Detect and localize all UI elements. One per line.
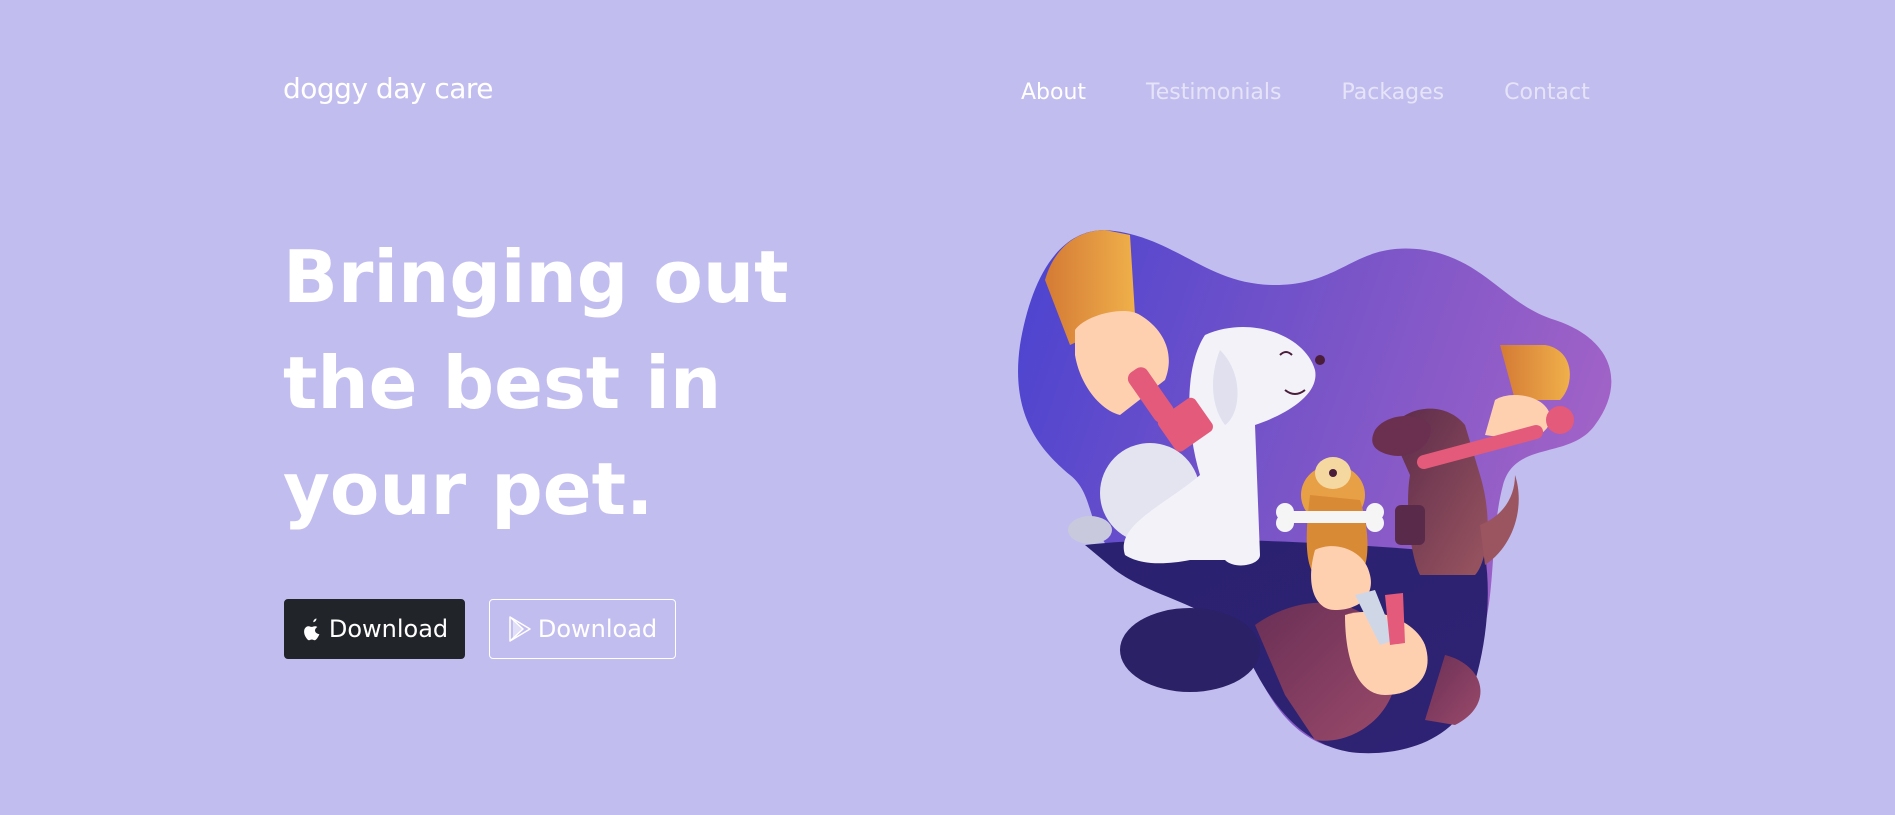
google-play-download-button[interactable]: Download — [489, 599, 676, 659]
hero-title-line-3: your pet. — [283, 447, 654, 531]
apple-download-button[interactable]: Download — [284, 599, 465, 659]
illustration-shadow — [1120, 608, 1260, 692]
apple-icon — [303, 618, 320, 641]
google-play-download-label: Download — [537, 615, 658, 643]
main-nav: About Testimonials Packages Contact — [1021, 78, 1650, 108]
nav-link-testimonials[interactable]: Testimonials — [1146, 78, 1281, 108]
hero-title: Bringing out the best in your pet. — [283, 224, 789, 542]
hero-title-line-2: the best in — [283, 341, 722, 425]
nav-link-about[interactable]: About — [1021, 78, 1086, 108]
apple-download-label: Download — [328, 615, 449, 643]
pet-grooming-illustration — [1018, 230, 1612, 754]
google-play-icon — [509, 616, 531, 642]
nav-link-contact[interactable]: Contact — [1504, 78, 1590, 108]
brand-logo[interactable]: doggy day care — [283, 72, 494, 105]
hero-title-line-1: Bringing out — [283, 235, 789, 319]
nav-link-packages[interactable]: Packages — [1341, 78, 1444, 108]
